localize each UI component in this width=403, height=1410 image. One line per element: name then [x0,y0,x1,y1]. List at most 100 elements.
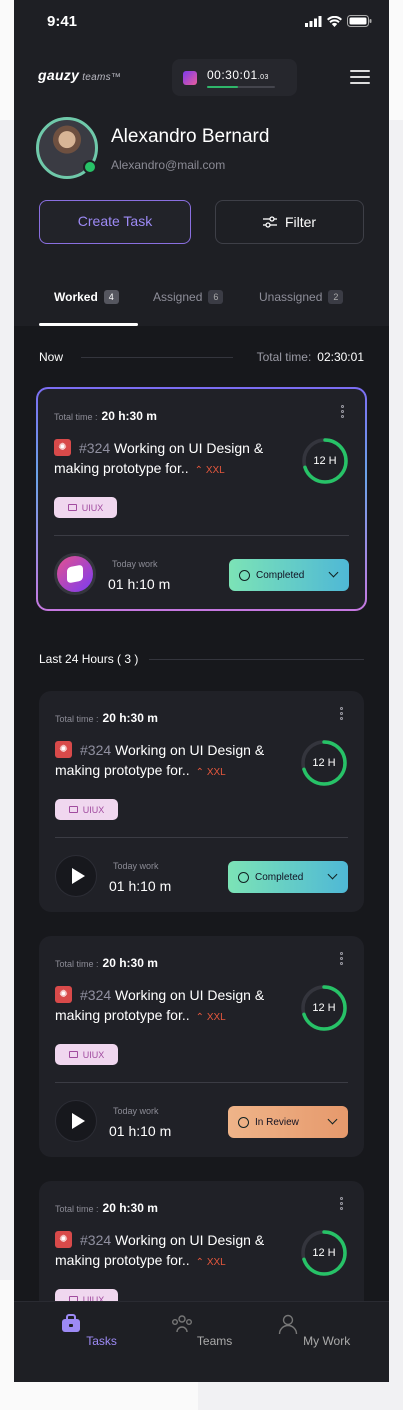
task-card[interactable]: Total time :20 h:30 m ✺ #324 Working on … [39,1181,364,1321]
task-card[interactable]: Total time :20 h:30 m ✺ #324 Working on … [39,936,364,1157]
bottom-nav: Tasks Teams My Work [14,1301,389,1382]
bg-stripe [389,120,403,1410]
priority-badge: ⌃ XXL [195,1012,226,1023]
card-total-time: Total time :20 h:30 m [55,711,158,725]
nav-tasks[interactable]: Tasks [48,1312,128,1348]
today-work-value: 01 h:10 m [108,576,171,592]
tab-assigned[interactable]: Assigned 6 [153,290,224,304]
tag-badge[interactable]: UIUX [55,799,118,820]
timer-readout: 00:30:01.03 [207,68,269,82]
total-time-value: 20 h:30 m [102,1201,158,1215]
tag-label: UIUX [81,502,104,513]
timer-fraction: .03 [257,74,269,81]
avatar[interactable] [36,117,98,179]
timer-value: 00:30:01 [207,68,258,82]
estimate-ring: 12 H [301,437,349,485]
more-options-icon[interactable] [341,405,345,420]
priority-label: XXL [205,465,225,476]
tag-icon [67,504,77,511]
total-time-value: 20 h:30 m [101,409,157,423]
bg-stripe [0,120,14,1280]
card-total-time: Total time :20 h:30 m [55,956,158,970]
last24-label: Last 24 Hours ( 3 ) [39,652,139,666]
app-logo: gauzy teams™ [38,67,121,83]
tag-badge[interactable]: UIUX [54,497,117,518]
more-options-icon[interactable] [340,707,344,722]
total-time-label: Total time : [55,959,99,969]
priority-label: XXL [206,1257,226,1268]
today-work-label: Today work [113,1106,159,1116]
task-number: #324 [80,1232,112,1248]
status-dropdown[interactable]: In Review [228,1106,348,1138]
status-dropdown[interactable]: Completed [229,559,349,591]
tab-unassigned[interactable]: Unassigned 2 [259,290,344,304]
create-task-button[interactable]: Create Task [39,200,191,244]
nav-label: Teams [196,1334,233,1348]
hamburger-menu-icon[interactable] [350,70,370,84]
total-time-value: 20 h:30 m [102,956,158,970]
now-section-header: Now Total time: 02:30:01 [39,349,364,365]
task-tabs: Worked 4 Assigned 6 Unassigned 2 [14,278,389,326]
total-time-label: Total time : [55,1204,99,1214]
divider [54,535,349,536]
task-card[interactable]: Total time :20 h:30 m ✺ #324 Working on … [36,387,367,611]
task-title: #324 Working on UI Design & making proto… [55,1230,285,1273]
estimate-label: 12 H [312,1002,336,1014]
tab-count: 4 [103,290,119,304]
signal-icon [305,15,322,27]
task-number: #324 [79,440,111,456]
card-total-time: Total time :20 h:30 m [54,409,157,423]
tag-icon [68,806,78,813]
today-work-value: 01 h:10 m [109,1123,172,1139]
priority-badge: ⌃ XXL [195,767,226,778]
estimate-ring: 12 H [300,984,348,1032]
status-label: In Review [255,1116,299,1128]
wifi-icon [327,15,342,27]
tag-label: UIUX [82,1049,105,1060]
estimate-label: 12 H [313,455,337,467]
user-email: Alexandro@mail.com [111,158,226,172]
status-label: Completed [256,569,305,581]
refresh-icon [238,1116,249,1128]
phone-screen: 9:41 gauzy teams™ 00:30:01.03 Alexandro B… [14,0,389,1382]
nav-my-work[interactable]: My Work [273,1312,353,1348]
play-button-icon[interactable] [55,855,97,897]
nav-teams[interactable]: Teams [161,1312,241,1348]
priority-label: XXL [206,767,226,778]
filter-icon [262,216,277,228]
tab-worked[interactable]: Worked 4 [54,290,119,304]
more-options-icon[interactable] [340,952,344,967]
more-options-icon[interactable] [340,1197,344,1212]
timer-app-icon [183,71,197,85]
people-icon [171,1315,192,1333]
nav-label: Tasks [86,1334,117,1348]
tag-icon [68,1051,78,1058]
header-area: 9:41 gauzy teams™ 00:30:01.03 Alexandro B… [14,0,389,326]
nav-label: My Work [303,1334,351,1348]
chevron-down-icon [327,1114,338,1125]
total-time-label: Total time: [256,350,312,364]
timer-progress-track [207,86,275,88]
task-title: #324 Working on UI Design & making proto… [54,438,284,481]
check-circle-icon [238,871,249,883]
status-dropdown[interactable]: Completed [228,861,348,893]
total-time-label: Total time : [55,714,99,724]
filter-button[interactable]: Filter [215,200,364,244]
divider [149,659,364,660]
user-name: Alexandro Bernard [111,126,270,147]
tab-label: Unassigned [259,290,323,304]
timer-widget[interactable]: 00:30:01.03 [172,59,297,96]
briefcase-icon [62,1314,81,1332]
logo-suffix: teams™ [82,72,122,83]
status-icons [305,15,372,27]
task-title: #324 Working on UI Design & making proto… [55,740,285,783]
timer-active-button[interactable] [54,553,96,595]
task-title: #324 Working on UI Design & making proto… [55,985,285,1028]
tag-badge[interactable]: UIUX [55,1044,118,1065]
estimate-ring: 12 H [300,739,348,787]
card-total-time: Total time :20 h:30 m [55,1201,158,1215]
task-card[interactable]: Total time :20 h:30 m ✺ #324 Working on … [39,691,364,912]
play-button-icon[interactable] [55,1100,97,1142]
today-work-label: Today work [112,559,158,569]
divider [81,357,233,358]
